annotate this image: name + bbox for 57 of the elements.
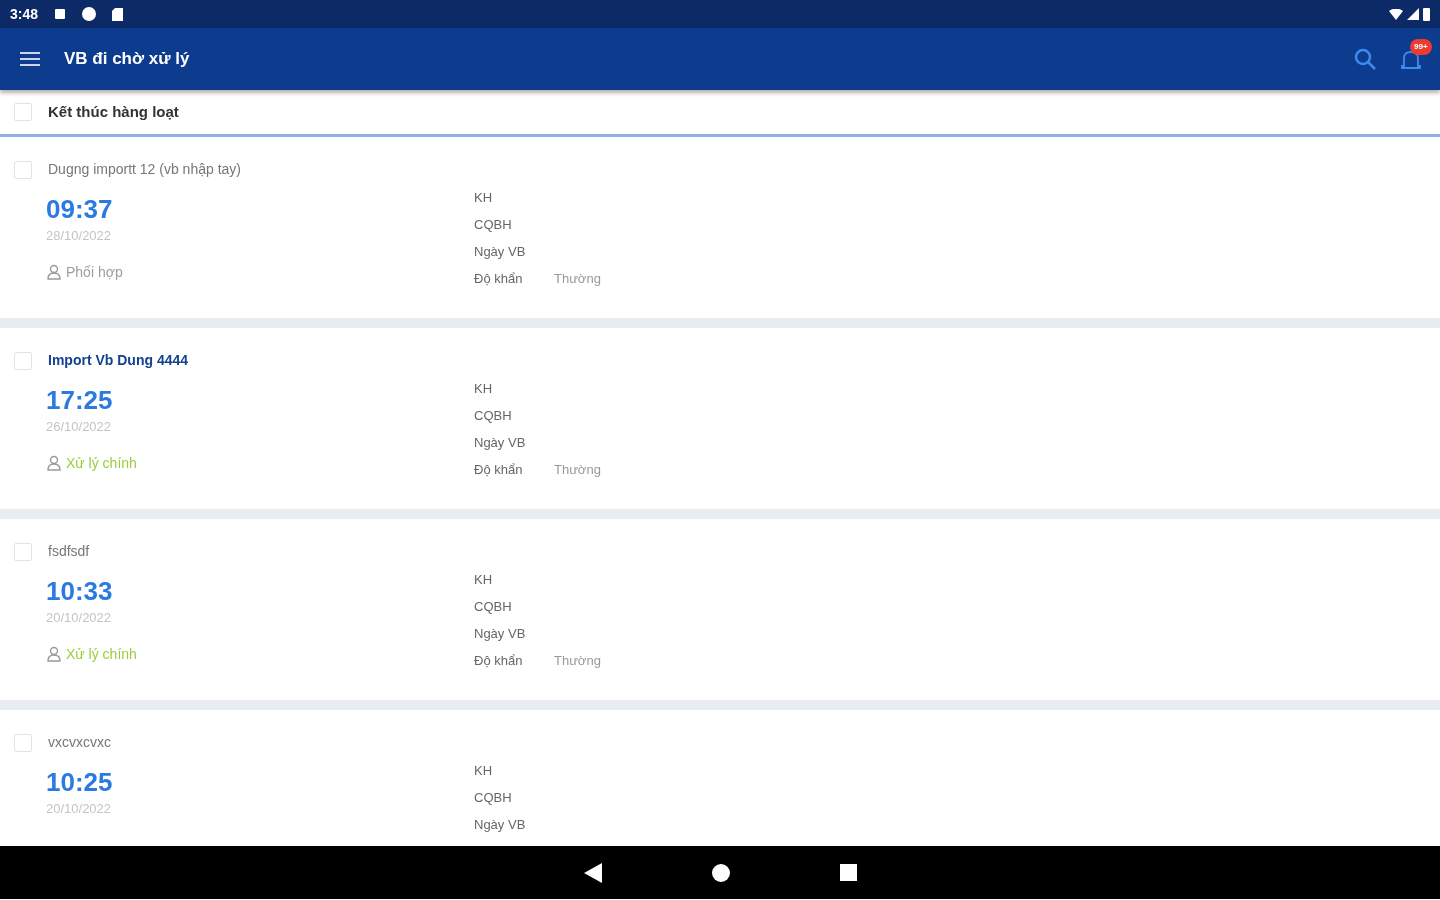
document-time: 17:25: [46, 387, 113, 413]
notification-badge: 99+: [1410, 39, 1432, 55]
wifi-icon: [1389, 8, 1403, 20]
document-time: 09:37: [46, 196, 113, 222]
document-date: 20/10/2022: [46, 800, 112, 818]
menu-icon[interactable]: [20, 51, 40, 67]
role-label: Phối hợp: [66, 262, 123, 282]
app-icon: [82, 7, 97, 21]
bulk-checkbox[interactable]: [14, 103, 32, 121]
person-icon: [46, 455, 62, 471]
field-value: Thường: [554, 652, 601, 670]
field-value: Thường: [554, 270, 601, 288]
document-date: 26/10/2022: [46, 418, 112, 436]
field-label: CQBH: [474, 789, 513, 807]
home-icon[interactable]: [711, 863, 730, 882]
document-title[interactable]: fsdfsdf: [48, 541, 90, 562]
field-label: CQBH: [474, 216, 513, 234]
document-time: 10:25: [46, 769, 113, 795]
document-date: 28/10/2022: [46, 227, 112, 245]
person-icon: [46, 646, 62, 662]
field-label: CQBH: [474, 598, 513, 616]
bulk-finish-label: Kết thúc hàng loạt: [48, 101, 179, 122]
battery-icon: [1423, 7, 1430, 21]
recents-icon[interactable]: [839, 864, 857, 881]
field-label: Ngày VB: [474, 243, 527, 261]
notification-icon: [54, 8, 67, 20]
item-checkbox[interactable]: [14, 733, 32, 752]
field-label: KH: [474, 189, 494, 207]
field-label: CQBH: [474, 407, 513, 425]
field-label: KH: [474, 762, 494, 780]
document-title[interactable]: Import Vb Dung 4444: [48, 350, 189, 371]
field-label: Độ khẩn: [474, 270, 524, 288]
back-icon[interactable]: [583, 862, 602, 883]
signal-icon: [1407, 8, 1419, 20]
role-label: Xử lý chính: [66, 644, 137, 664]
document-title[interactable]: Dugng importt 12 (vb nhập tay): [48, 159, 241, 180]
item-checkbox[interactable]: [14, 160, 32, 179]
bell-icon[interactable]: [1400, 48, 1422, 71]
search-icon[interactable]: [1354, 48, 1376, 70]
field-label: Độ khẩn: [474, 652, 524, 670]
field-value: Thường: [554, 461, 601, 479]
field-label: Ngày VB: [474, 625, 527, 643]
field-label: Ngày VB: [474, 816, 527, 834]
field-label: Ngày VB: [474, 434, 527, 452]
role-label: Xử lý chính: [66, 453, 137, 473]
person-icon: [46, 264, 62, 280]
document-title[interactable]: vxcvxcvxc: [48, 732, 111, 753]
field-label: KH: [474, 380, 494, 398]
status-time: 3:48: [10, 4, 39, 24]
screen-title: VB đi chờ xử lý: [64, 48, 190, 71]
sd-card-icon: [112, 7, 124, 21]
document-date: 20/10/2022: [46, 609, 112, 627]
field-label: Độ khẩn: [474, 461, 524, 479]
document-time: 10:33: [46, 578, 113, 604]
field-label: KH: [474, 571, 494, 589]
item-checkbox[interactable]: [14, 351, 32, 370]
item-checkbox[interactable]: [14, 542, 32, 561]
